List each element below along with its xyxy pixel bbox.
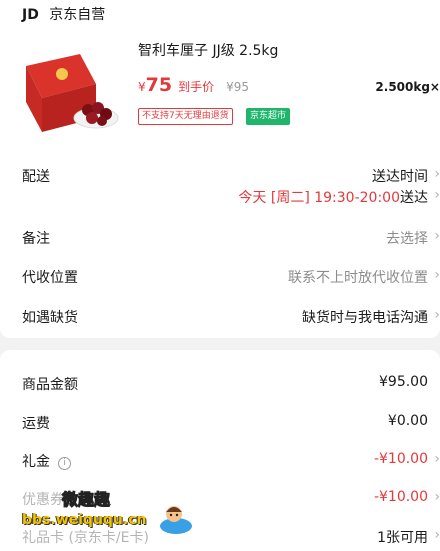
delivery-time-label[interactable]: 送达时间 — [372, 166, 428, 186]
final-price: 75 — [145, 74, 173, 96]
delivery-time-slot: 今天 [周二] 19:30-20:00 — [238, 190, 400, 206]
watermark-title: 微趣趣 — [61, 490, 111, 510]
chevron-right-icon[interactable]: › — [434, 451, 440, 467]
coupon-value[interactable]: -¥10.00 — [374, 489, 428, 505]
chevron-right-icon[interactable]: › — [434, 489, 440, 505]
collection-label: 代收位置 — [22, 270, 78, 286]
chevron-right-icon[interactable]: › — [434, 166, 440, 182]
price-currency: ¥ — [138, 80, 146, 94]
final-price-tag: 到手价 — [178, 80, 215, 94]
product-weight: 2.500kg× — [375, 80, 440, 94]
gift-card-label: 礼品卡 (京东卡/E卡) — [22, 530, 149, 546]
chevron-right-icon[interactable]: › — [434, 228, 440, 244]
gift-card-value[interactable]: 1张可用 — [377, 527, 428, 547]
shipping-value: ¥0.00 — [387, 413, 428, 429]
price-line: ¥75 到手价 ¥95 — [138, 74, 249, 96]
collection-option[interactable]: 联系不上时放代收位置 — [288, 267, 428, 287]
chevron-right-icon[interactable]: › — [434, 527, 440, 543]
coupon-label: 优惠券 — [22, 492, 64, 508]
goods-amount-value: ¥95.00 — [379, 374, 428, 390]
order-item-card: JD 京东自营 智利车厘子 JJ级 2.5kg ¥75 到手价 ¥95 2.500k… — [0, 0, 440, 338]
supermarket-badge: 京东超市 — [246, 108, 291, 125]
chevron-right-icon[interactable]: › — [434, 187, 440, 203]
jd-logo: JD — [22, 7, 39, 23]
note-select-button[interactable]: 去选择 — [386, 228, 428, 248]
stockout-option[interactable]: 缺货时与我电话沟通 — [302, 307, 428, 327]
stockout-label: 如遇缺货 — [22, 310, 78, 326]
gift-value[interactable]: -¥10.00 — [374, 451, 428, 467]
no-return-badge: 不支持7天无理由退货 — [138, 108, 233, 125]
store-header: JD 京东自营 — [22, 4, 105, 24]
gift-label: 礼金 — [22, 454, 50, 470]
store-name: 京东自营 — [49, 7, 106, 23]
watermark-url: bbs.weiququ.cn — [22, 512, 147, 528]
shipping-label: 运费 — [22, 416, 50, 432]
chevron-right-icon[interactable]: › — [434, 307, 440, 323]
watermark-mascot-icon — [160, 506, 192, 534]
gift-label-row: 礼金 i — [22, 451, 71, 471]
original-price: ¥95 — [226, 80, 250, 94]
delivery-label: 配送 — [22, 169, 50, 185]
note-label: 备注 — [22, 231, 50, 247]
delivery-time[interactable]: 今天 [周二] 19:30-20:00送达 — [238, 187, 428, 207]
product-title[interactable]: 智利车厘子 JJ级 2.5kg — [138, 40, 278, 60]
goods-amount-label: 商品金额 — [22, 377, 78, 393]
chevron-right-icon[interactable]: › — [434, 267, 440, 283]
info-icon[interactable]: i — [58, 457, 71, 470]
product-image[interactable] — [22, 44, 120, 140]
delivery-time-suffix: 送达 — [400, 190, 428, 206]
